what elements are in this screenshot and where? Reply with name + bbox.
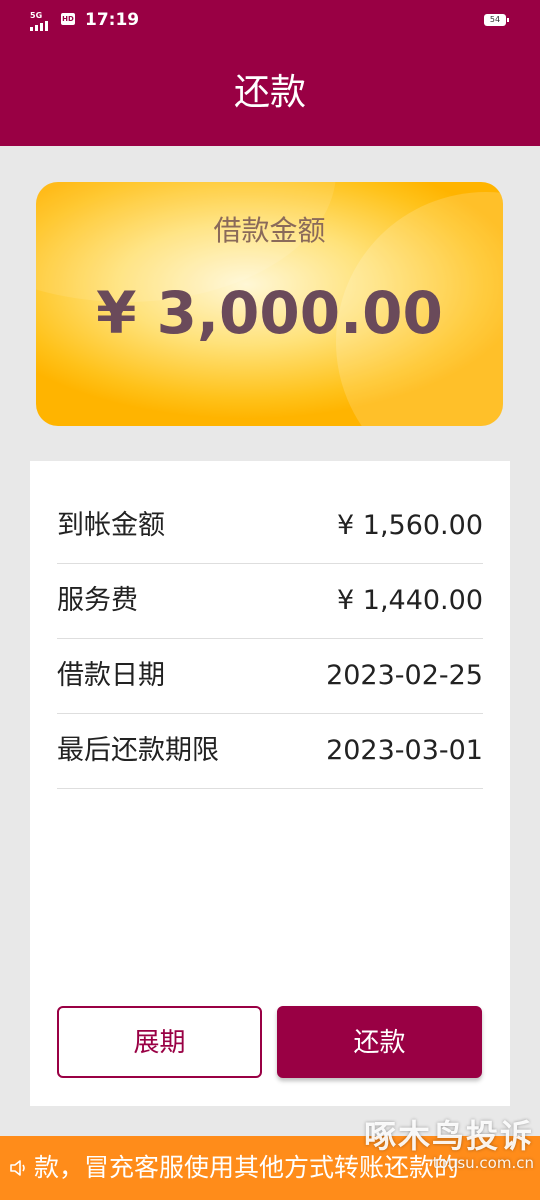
status-bar: 5G HD 17:19 54 xyxy=(0,0,540,40)
watermark-url: tousu.com.cn xyxy=(432,1154,534,1172)
status-time: 17:19 xyxy=(85,10,140,30)
loan-amount-value: ¥ 3,000.00 xyxy=(96,279,443,347)
detail-row-received-amount: 到帐金额 ¥ 1,560.00 xyxy=(57,488,483,564)
battery-icon: 54 xyxy=(484,14,509,26)
detail-value: ¥ 1,560.00 xyxy=(337,510,483,541)
loan-amount-card: 借款金额 ¥ 3,000.00 xyxy=(36,182,503,426)
detail-label: 借款日期 xyxy=(57,660,165,691)
hd-icon: HD xyxy=(61,13,75,25)
extend-button[interactable]: 展期 xyxy=(57,1006,262,1078)
watermark-title: 啄木鸟投诉 xyxy=(363,1117,534,1155)
network-type: 5G xyxy=(30,11,43,20)
speaker-icon xyxy=(10,1160,25,1176)
repay-button[interactable]: 还款 xyxy=(277,1006,482,1078)
loan-amount-label: 借款金额 xyxy=(213,214,326,247)
detail-label: 服务费 xyxy=(57,585,138,616)
watermark-logo: 啄木鸟投诉 tousu.com.cn xyxy=(364,1118,534,1172)
detail-value: 2023-02-25 xyxy=(326,660,483,691)
signal-icon xyxy=(30,21,48,31)
page-title: 还款 xyxy=(233,72,306,113)
detail-label: 到帐金额 xyxy=(57,510,165,541)
detail-label: 最后还款期限 xyxy=(57,735,219,766)
detail-value: ¥ 1,440.00 xyxy=(337,585,483,616)
detail-row-service-fee: 服务费 ¥ 1,440.00 xyxy=(57,563,483,639)
app-header: 还款 xyxy=(0,40,540,146)
detail-row-due-date: 最后还款期限 2023-03-01 xyxy=(57,713,483,789)
loan-details-panel: 到帐金额 ¥ 1,560.00 服务费 ¥ 1,440.00 借款日期 2023… xyxy=(30,461,510,1106)
detail-value: 2023-03-01 xyxy=(326,735,483,766)
detail-row-loan-date: 借款日期 2023-02-25 xyxy=(57,638,483,714)
